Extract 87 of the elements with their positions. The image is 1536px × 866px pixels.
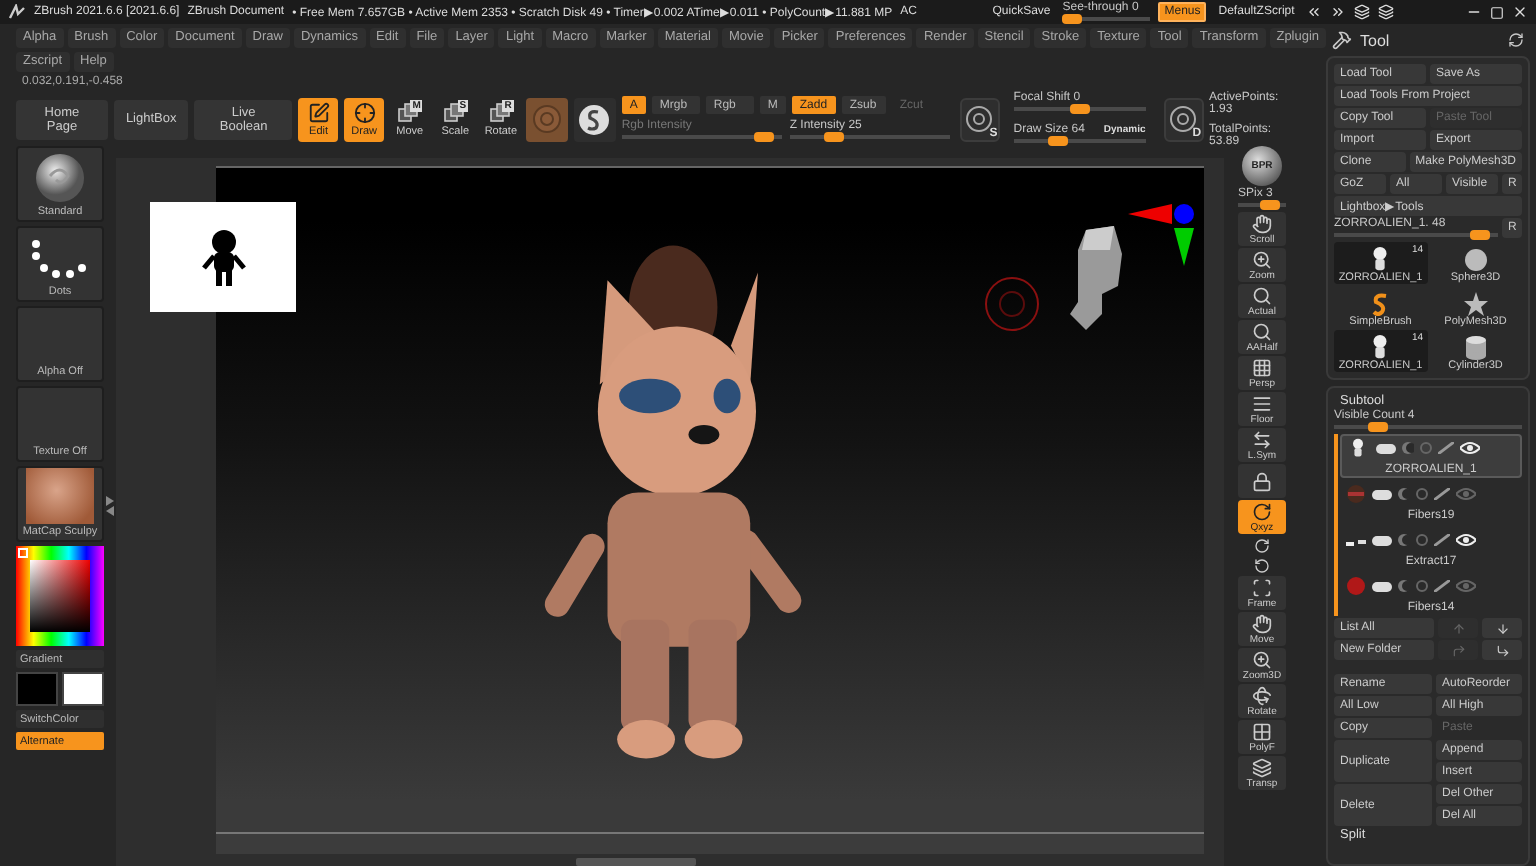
- pen-icon[interactable]: [1434, 488, 1450, 500]
- circle-icon[interactable]: [1416, 534, 1428, 546]
- pencil-square-icon: [307, 101, 330, 123]
- rotate-icon: [1254, 557, 1270, 573]
- slider-thumb[interactable]: [1470, 230, 1491, 240]
- slider-thumb[interactable]: [1069, 104, 1090, 114]
- spix-slider[interactable]: [1238, 200, 1286, 210]
- rotate-icon: [1254, 537, 1270, 553]
- arrow-icon: [1495, 643, 1509, 657]
- brush-logo-icon: [8, 4, 26, 20]
- slider-thumb[interactable]: [1047, 136, 1068, 146]
- lock-button[interactable]: [1238, 464, 1286, 498]
- layers-icon: [1252, 757, 1272, 777]
- squiggle-icon: [1370, 292, 1391, 316]
- sphere-icon: [1463, 248, 1488, 272]
- sphere-icon: [532, 104, 563, 134]
- color-swatch[interactable]: [62, 672, 104, 706]
- circle-icon[interactable]: [1416, 580, 1428, 592]
- crosshair-icon: [353, 101, 376, 123]
- eye-icon[interactable]: [1456, 534, 1476, 546]
- head-gizmo-icon[interactable]: [1066, 222, 1126, 334]
- pen-icon[interactable]: [1434, 534, 1450, 546]
- scroll-right-icon[interactable]: [1330, 4, 1347, 20]
- floor-lines-icon: [1252, 393, 1272, 413]
- toggle-icon[interactable]: [1376, 443, 1396, 453]
- grid-icon: [1252, 357, 1272, 377]
- grid-icon: [1252, 721, 1272, 741]
- slider-thumb[interactable]: [1259, 200, 1279, 210]
- subtool-thumbnail: [1346, 576, 1366, 596]
- maximize-icon[interactable]: [1490, 5, 1505, 19]
- toggle-icon[interactable]: [1372, 535, 1392, 545]
- brush-preview-button[interactable]: [574, 97, 616, 141]
- zoom-in-icon: [1252, 649, 1272, 669]
- toggle-icon[interactable]: [1372, 581, 1392, 591]
- layout-icon[interactable]: [1354, 4, 1371, 20]
- tool-slider[interactable]: [1334, 230, 1498, 240]
- collapse-arrow-icon[interactable]: [106, 496, 114, 516]
- moon-icon[interactable]: [1398, 488, 1410, 500]
- slider-thumb[interactable]: [1367, 422, 1388, 432]
- pen-icon[interactable]: [1438, 442, 1454, 454]
- silhouette-icon: [201, 227, 245, 287]
- sphere-icon: [30, 152, 90, 204]
- target-icon: [1169, 105, 1196, 131]
- color-swatch[interactable]: [16, 672, 58, 706]
- rotate-icon: [1252, 501, 1272, 521]
- color-picker[interactable]: [16, 546, 104, 646]
- cylinder-icon: [1463, 334, 1488, 360]
- hand-icon: [1252, 213, 1272, 233]
- star-icon: [1463, 292, 1488, 316]
- slider-thumb[interactable]: [1062, 13, 1083, 23]
- panel-title: Tool: [1360, 31, 1390, 49]
- close-icon[interactable]: [1512, 4, 1529, 20]
- zoom-in-icon: [1252, 249, 1272, 269]
- rgb-intensity-slider[interactable]: [621, 132, 782, 142]
- navigator-thumbnail[interactable]: [150, 202, 296, 312]
- magnifier-icon: [1252, 321, 1272, 341]
- pen-icon[interactable]: [1434, 580, 1450, 592]
- moon-icon[interactable]: [1398, 580, 1410, 592]
- arrow-icon: [1451, 643, 1465, 657]
- rotate-icon: [1252, 685, 1272, 705]
- target-icon: [965, 105, 992, 131]
- hand-icon: [1252, 613, 1272, 633]
- arrow-icon: [1495, 621, 1509, 635]
- move-subtool-button[interactable]: [1482, 640, 1522, 660]
- moon-icon[interactable]: [1402, 442, 1414, 454]
- moon-icon[interactable]: [1398, 534, 1410, 546]
- tray-handle[interactable]: [576, 858, 696, 866]
- scroll-left-icon[interactable]: [1306, 4, 1323, 20]
- circle-icon[interactable]: [1416, 488, 1428, 500]
- swirl-icon: [578, 103, 611, 135]
- arrow-icon: [1451, 621, 1465, 635]
- layout-icon[interactable]: [1378, 4, 1395, 20]
- frame-icon: [1252, 577, 1272, 597]
- matcap-swatch: [26, 468, 94, 524]
- lock-icon: [1252, 471, 1272, 491]
- see-through-slider[interactable]: [1062, 13, 1151, 23]
- subtool-thumbnail: [1346, 484, 1366, 504]
- arrows-icon: [1252, 429, 1272, 449]
- visible-count-slider[interactable]: [1334, 422, 1522, 432]
- hammer-icon: [1332, 30, 1352, 50]
- target-ring-icon: [982, 274, 1042, 334]
- slider-thumb[interactable]: [824, 132, 845, 142]
- refresh-icon[interactable]: [1508, 32, 1524, 48]
- move-subtool-button[interactable]: [1482, 618, 1522, 638]
- magnifier-icon: [1252, 285, 1272, 305]
- toggle-icon[interactable]: [1372, 489, 1392, 499]
- eye-icon[interactable]: [1460, 442, 1480, 454]
